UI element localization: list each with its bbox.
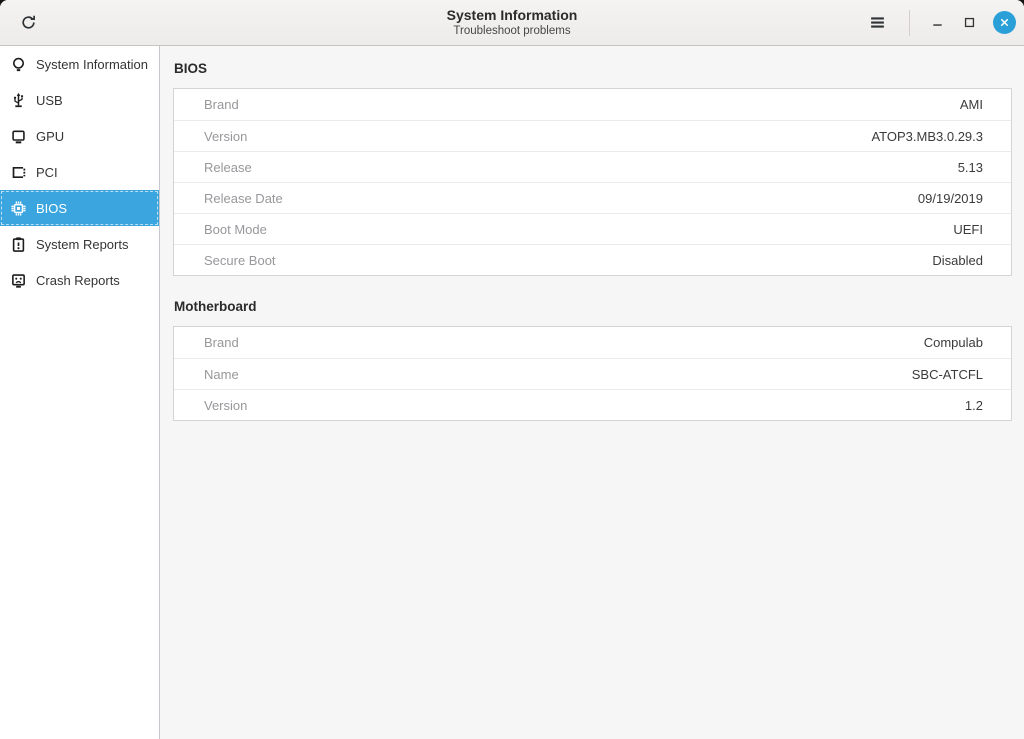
sidebar-item-gpu[interactable]: GPU <box>0 118 159 154</box>
usb-icon <box>10 92 27 109</box>
row-value: Disabled <box>932 253 983 268</box>
titlebar: System Information Troubleshoot problems <box>0 0 1024 46</box>
sidebar-item-label: BIOS <box>36 201 67 216</box>
section-title: Motherboard <box>174 299 1012 314</box>
sidebar-item-system-information[interactable]: System Information <box>0 46 159 82</box>
window-subtitle: Troubleshoot problems <box>447 24 578 38</box>
row-label: Release <box>204 160 958 175</box>
table-row: Version ATOP3.MB3.0.29.3 <box>174 120 1011 151</box>
hamburger-icon <box>869 14 886 31</box>
window-title: System Information <box>447 7 578 25</box>
title-box: System Information Troubleshoot problems <box>447 7 578 39</box>
row-label: Secure Boot <box>204 253 932 268</box>
row-value: 5.13 <box>958 160 983 175</box>
menu-button[interactable] <box>860 6 894 40</box>
close-button[interactable] <box>993 11 1016 34</box>
app-body: System Information USB GPU PCI BIOS Syst… <box>0 46 1024 739</box>
row-value: UEFI <box>953 222 983 237</box>
sidebar-item-label: System Information <box>36 57 148 72</box>
sidebar-item-system-reports[interactable]: System Reports <box>0 226 159 262</box>
sidebar-item-label: GPU <box>36 129 64 144</box>
row-label: Name <box>204 367 912 382</box>
table-row: Version 1.2 <box>174 389 1011 420</box>
sidebar-item-label: Crash Reports <box>36 273 120 288</box>
pci-card-icon <box>10 164 27 181</box>
crash-screen-icon <box>10 272 27 289</box>
table-row: Release 5.13 <box>174 151 1011 182</box>
info-table: Brand AMI Version ATOP3.MB3.0.29.3 Relea… <box>173 88 1012 276</box>
app-window: System Information Troubleshoot problems… <box>0 0 1024 739</box>
row-value: 1.2 <box>965 398 983 413</box>
sidebar: System Information USB GPU PCI BIOS Syst… <box>0 46 160 739</box>
table-row: Brand Compulab <box>174 327 1011 358</box>
row-value: ATOP3.MB3.0.29.3 <box>871 129 983 144</box>
sidebar-item-label: System Reports <box>36 237 128 252</box>
table-row: Boot Mode UEFI <box>174 213 1011 244</box>
row-value: 09/19/2019 <box>918 191 983 206</box>
refresh-icon <box>20 14 37 31</box>
titlebar-separator <box>909 10 910 36</box>
section-title: BIOS <box>174 61 1012 76</box>
row-label: Brand <box>204 335 924 350</box>
titlebar-controls <box>860 6 1024 40</box>
maximize-icon <box>962 15 977 30</box>
sidebar-item-bios[interactable]: BIOS <box>0 190 159 226</box>
sidebar-item-pci[interactable]: PCI <box>0 154 159 190</box>
sidebar-item-label: USB <box>36 93 63 108</box>
info-section: Motherboard Brand Compulab Name SBC-ATCF… <box>173 299 1012 421</box>
row-value: SBC-ATCFL <box>912 367 983 382</box>
row-label: Release Date <box>204 191 918 206</box>
table-row: Name SBC-ATCFL <box>174 358 1011 389</box>
table-row: Secure Boot Disabled <box>174 244 1011 275</box>
info-table: Brand Compulab Name SBC-ATCFL Version 1.… <box>173 326 1012 421</box>
row-label: Version <box>204 129 871 144</box>
row-label: Version <box>204 398 965 413</box>
lightbulb-icon <box>10 56 27 73</box>
row-label: Brand <box>204 97 960 112</box>
sidebar-item-crash-reports[interactable]: Crash Reports <box>0 262 159 298</box>
display-icon <box>10 128 27 145</box>
minimize-icon <box>930 15 945 30</box>
chip-icon <box>10 200 27 217</box>
report-clipboard-icon <box>10 236 27 253</box>
minimize-button[interactable] <box>923 9 951 37</box>
row-value: Compulab <box>924 335 983 350</box>
row-label: Boot Mode <box>204 222 953 237</box>
close-icon <box>998 16 1011 29</box>
sidebar-item-label: PCI <box>36 165 58 180</box>
table-row: Brand AMI <box>174 89 1011 120</box>
info-section: BIOS Brand AMI Version ATOP3.MB3.0.29.3 … <box>173 61 1012 276</box>
maximize-button[interactable] <box>955 9 983 37</box>
sidebar-item-usb[interactable]: USB <box>0 82 159 118</box>
content-pane: BIOS Brand AMI Version ATOP3.MB3.0.29.3 … <box>160 46 1024 739</box>
row-value: AMI <box>960 97 983 112</box>
refresh-button[interactable] <box>11 6 45 40</box>
table-row: Release Date 09/19/2019 <box>174 182 1011 213</box>
